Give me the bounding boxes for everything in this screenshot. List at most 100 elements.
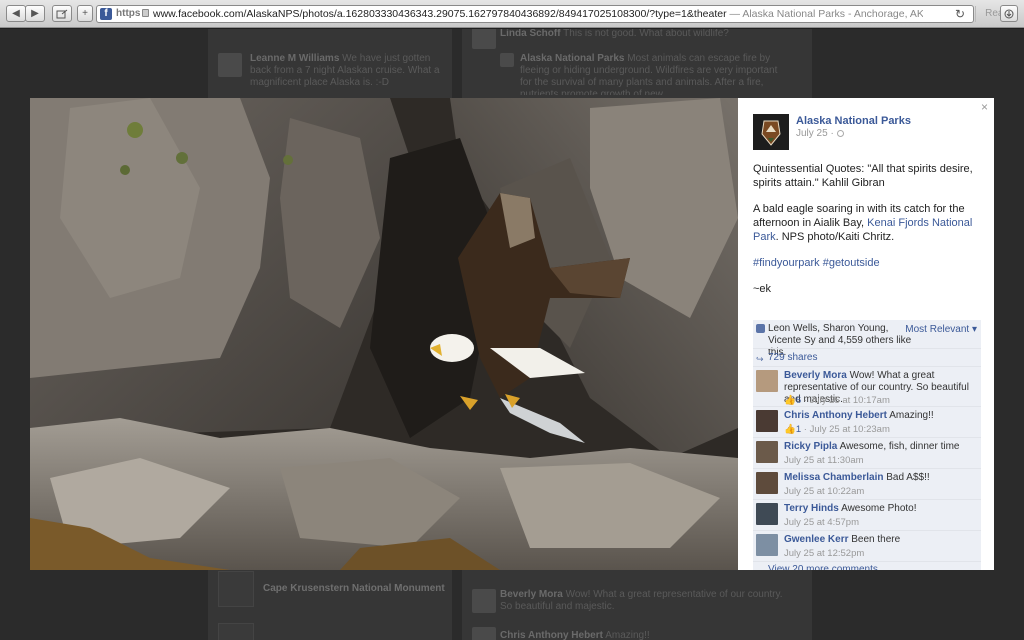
hashtags[interactable]: #findyourpark #getoutside [753,257,880,269]
likes-summary[interactable]: Leon Wells, Sharon Young, Vicente Sy and… [753,320,981,358]
post-date[interactable]: July 25 · [796,128,844,139]
comment-item: Ricky Pipla Awesome, fish, dinner time J… [753,437,981,468]
bg-commenter-name: Linda Schoff [500,29,561,39]
comment-text-block: Melissa Chamberlain Bad A$$!! [784,472,978,484]
avatar [472,589,496,613]
url-page-title: — Alaska National Parks - Anchorage, AK … [729,8,924,20]
post-caption: A bald eagle soaring in with its catch f… [753,202,983,244]
comment-time[interactable]: July 25 at 11:30am [784,455,864,466]
comment-like-count[interactable]: 👍6 [784,395,801,406]
commenter-name[interactable]: Beverly Mora [784,370,847,381]
post-caption-credit: . NPS photo/Kaiti Chritz. [775,231,895,243]
lock-icon [142,9,149,17]
comment-text: Been there [851,534,901,545]
comment-like-count[interactable]: 👍1 [784,424,801,435]
comment-time[interactable]: July 25 at 12:52pm [784,548,864,559]
reload-icon[interactable]: ↻ [955,7,965,21]
commenter-name[interactable]: Gwenlee Kerr [784,534,848,545]
comment-text: Bad A$$!! [886,472,930,483]
commenter-avatar[interactable] [756,370,778,392]
bg-comment-text: Amazing!! [605,630,650,640]
comment-time[interactable]: July 25 at 10:17am [810,395,890,406]
avatar [218,53,242,77]
commenter-name[interactable]: Terry Hinds [784,503,839,514]
bg-commenter-name: Leanne M Williams [250,53,340,64]
back-button[interactable]: ◀ [6,5,26,22]
browser-toolbar: ◀ ▶ + f https www.facebook.com/AlaskaNPS… [0,0,1024,28]
forward-button[interactable]: ▶ [25,5,45,22]
hashtags-link[interactable]: #findyourpark #getoutside [753,256,983,270]
post-date-text: July 25 · [796,128,834,139]
commenter-name[interactable]: Melissa Chamberlain [784,472,883,483]
bg-top-comment: Linda Schoff This is not good. What abou… [500,29,800,40]
view-more-comments-link[interactable]: View 20 more comments [753,561,981,570]
commenter-avatar[interactable] [756,410,778,432]
comment-text-block: Terry Hinds Awesome Photo! [784,503,978,515]
feedback-box: Leon Wells, Sharon Young, Vicente Sy and… [753,320,981,570]
post-sidebar: × Alaska National Parks July 25 · Quinte… [738,98,994,570]
shares-count: 729 shares [768,352,818,363]
avatar [500,53,514,67]
most-relevant-dropdown[interactable]: Most Relevant ▾ [905,324,977,336]
comment-item: Melissa Chamberlain Bad A$$!! July 25 at… [753,468,981,499]
commenter-name[interactable]: Chris Anthony Hebert [784,410,887,421]
page-name-link[interactable]: Alaska National Parks [796,115,911,127]
eagle-photo-illustration [30,98,738,570]
add-bookmark-button[interactable]: + [77,5,93,22]
comment-text-block: Gwenlee Kerr Been there [784,534,978,546]
post-quote: Quintessential Quotes: "All that spirits… [753,163,973,189]
comment-item: Gwenlee Kerr Been there July 25 at 12:52… [753,530,981,561]
commenter-avatar[interactable] [756,503,778,525]
monument-avatar [218,571,254,607]
comment-item: Terry Hinds Awesome Photo! July 25 at 4:… [753,499,981,530]
comment-time[interactable]: July 25 at 10:22am [784,486,864,497]
bg-left-comment: Leanne M Williams We have just gotten ba… [250,53,440,89]
bg-monument-name: Cape Krusenstern National Monument [263,583,445,594]
avatar [472,29,496,49]
forward-icon: ▶ [31,8,39,19]
comment-meta: July 25 at 4:57pm [784,517,859,528]
shares-link[interactable]: ↪ 729 shares [753,348,981,366]
comment-time[interactable]: July 25 at 4:57pm [784,517,859,528]
comment-text-block: Ricky Pipla Awesome, fish, dinner time [784,441,978,453]
commenter-name[interactable]: Ricky Pipla [784,441,837,452]
comment-text: Awesome Photo! [841,503,917,514]
url-text[interactable]: www.facebook.com/AlaskaNPS/photos/a.1628… [153,8,923,20]
post-signature: ~ek [753,283,772,295]
bg-bottom-comment: Chris Anthony Hebert Amazing!! [500,630,795,640]
comment-item: Chris Anthony Hebert Amazing!! 👍1 · July… [753,406,981,437]
comment-meta: 👍6 · July 25 at 10:17am [784,395,890,406]
bg-bottom-comment: Beverly Mora Wow! What a great represent… [500,589,795,613]
eagle-photo[interactable] [30,98,738,570]
comment-meta: July 25 at 12:52pm [784,548,864,559]
commenter-avatar[interactable] [756,472,778,494]
url-scheme: https [116,8,141,19]
back-icon: ◀ [12,8,20,19]
comment-item: Beverly Mora Wow! What a great represent… [753,366,981,406]
share-icon [56,9,68,19]
share-arrow-icon: ↪ [756,354,764,364]
download-icon [1004,9,1014,19]
photo-theater: × Alaska National Parks July 25 · Quinte… [30,98,994,570]
comment-text-block: Chris Anthony Hebert Amazing!! [784,410,978,422]
downloads-button[interactable] [1000,5,1018,22]
bg-commenter-name: Chris Anthony Hebert [500,630,603,640]
address-bar[interactable]: f https www.facebook.com/AlaskaNPS/photo… [96,5,1018,23]
comment-meta: July 25 at 11:30am [784,455,864,466]
facebook-favicon-icon: f [100,8,112,20]
post-body: Quintessential Quotes: "All that spirits… [753,162,983,308]
bg-reply: Alaska National Parks Most animals can e… [520,53,790,95]
bg-comment-text: This is not good. What about wildlife? [563,29,729,39]
like-count-value: 1 [795,424,802,435]
comment-time[interactable]: July 25 at 10:23am [810,424,890,435]
avatar [472,627,496,640]
comment-text: Amazing!! [889,410,934,421]
comment-meta: July 25 at 10:22am [784,486,864,497]
nps-arrowhead-logo[interactable] [753,114,789,150]
share-button[interactable] [52,5,72,22]
like-thumb-icon [756,324,765,333]
commenter-avatar[interactable] [756,441,778,463]
close-icon[interactable]: × [981,100,988,114]
commenter-avatar[interactable] [756,534,778,556]
plus-icon: + [82,8,88,19]
